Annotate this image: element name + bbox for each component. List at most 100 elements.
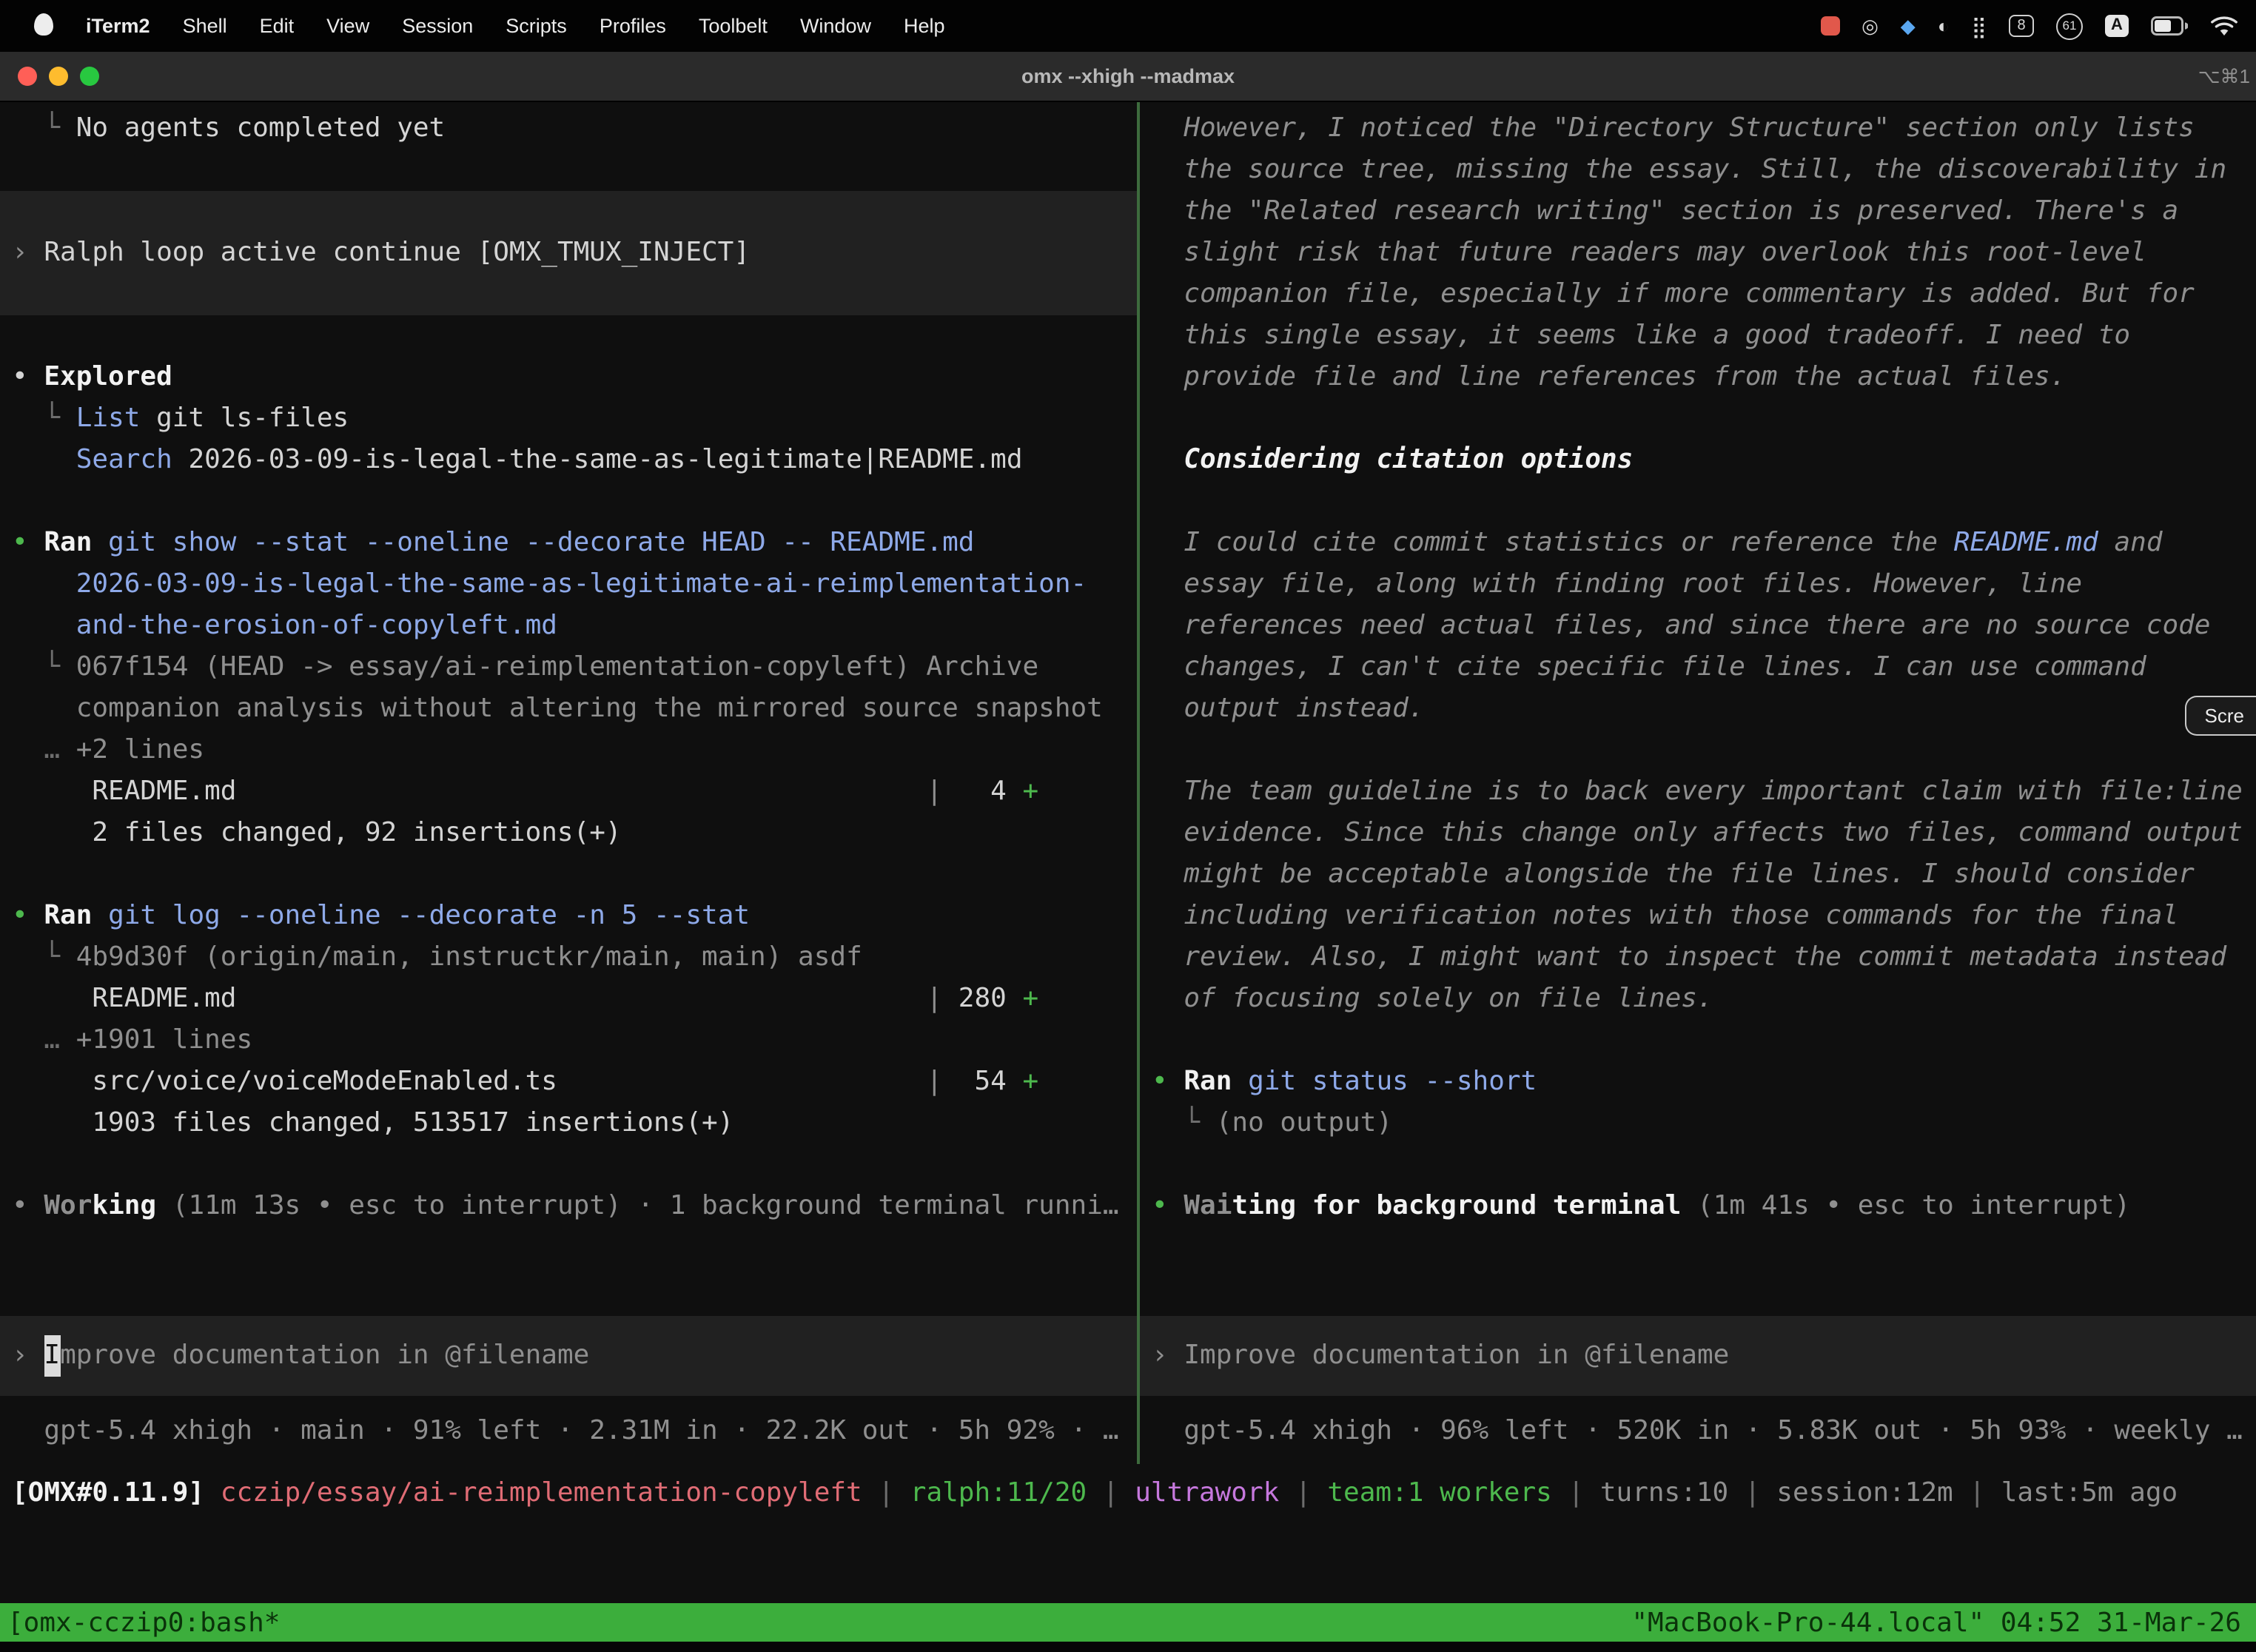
menu-item-toolbelt[interactable]: Toolbelt xyxy=(682,15,784,37)
bullet: • xyxy=(12,527,44,558)
reasoning-line: companion file, especially if more comme… xyxy=(1140,274,2256,315)
reasoning-line: review. Also, I might want to inspect th… xyxy=(1140,937,2256,978)
spray-icon[interactable]: ◆ xyxy=(1901,16,1916,36)
menu-item-session[interactable]: Session xyxy=(386,15,489,37)
text-segment: git status --short xyxy=(1248,1066,1537,1097)
key-8-icon[interactable]: 8 xyxy=(2009,15,2034,37)
menu-item-shell[interactable]: Shell xyxy=(167,15,244,37)
command-output-line: └ 067f154 (HEAD -> essay/ai-reimplementa… xyxy=(0,647,1137,688)
text-segment xyxy=(1152,444,1184,475)
terminal-pane-right[interactable]: However, I noticed the "Directory Struct… xyxy=(1140,102,2256,1464)
text-segment: └ xyxy=(12,403,76,434)
reasoning-line: references need actual files, and since … xyxy=(1140,605,2256,647)
window-controls xyxy=(0,67,99,86)
close-button[interactable] xyxy=(18,67,37,86)
text-segment: | xyxy=(1728,1477,1776,1508)
reasoning-line: The team guideline is to back every impo… xyxy=(1140,771,2256,813)
menu-item-window[interactable]: Window xyxy=(784,15,887,37)
text-segment: | xyxy=(926,1066,942,1097)
omx-status-line: [OMX#0.11.9] cczip/essay/ai-reimplementa… xyxy=(0,1464,2256,1523)
menu-item-iterm2[interactable]: iTerm2 xyxy=(70,15,167,37)
text-segment: | xyxy=(1087,1477,1135,1508)
tmux-host-clock: "MacBook-Pro-44.local" 04:52 31-Mar-26 xyxy=(1631,1607,2241,1638)
text-segment: … xyxy=(12,734,76,765)
menu-status-icons: ◎ ◆ ◐ ⣿ 8 61 A xyxy=(1820,13,2238,39)
screen-share-tooltip-text: Scre xyxy=(2205,705,2244,727)
menu-item-scripts[interactable]: Scripts xyxy=(489,15,583,37)
text-segment: provide file and line references from th… xyxy=(1152,361,2066,392)
grid-icon[interactable]: ⣿ xyxy=(1971,16,1987,36)
blank-line xyxy=(1140,481,2256,523)
command-arg-line: and-the-erosion-of-copyleft.md xyxy=(0,605,1137,647)
text-segment: + xyxy=(1023,1066,1039,1097)
menu-item-edit[interactable]: Edit xyxy=(244,15,311,37)
text-segment xyxy=(92,900,108,931)
wifi-icon[interactable] xyxy=(2210,16,2238,36)
text-segment xyxy=(557,1066,927,1097)
pane-right-content: However, I noticed the "Directory Struct… xyxy=(1140,108,2256,1227)
explored-header: • Explored xyxy=(0,357,1137,398)
omx-mode: ultrawork xyxy=(1135,1477,1279,1508)
input-source-icon[interactable]: A xyxy=(2105,15,2129,37)
text-segment: └ xyxy=(12,941,76,973)
command-output-line: └ 4b9d30f (origin/main, instructkr/main,… xyxy=(0,937,1137,978)
text-segment: slight risk that future readers may over… xyxy=(1152,237,2146,268)
prompt-chevron: › xyxy=(1152,1335,1184,1377)
reasoning-line: of focusing solely on file lines. xyxy=(1140,978,2256,1020)
text-segment: references need actual files, and since … xyxy=(1152,610,2211,641)
text-segment: 4 xyxy=(942,776,1022,807)
text-segment: and-the-erosion-of-copyleft.md xyxy=(76,610,557,641)
prompt-chevron: › xyxy=(12,1335,44,1377)
ran-command-line: • Ran git show --stat --oneline --decora… xyxy=(0,523,1137,564)
percentage-badge[interactable]: 61 xyxy=(2056,13,2083,39)
screen-share-tooltip[interactable]: Scre xyxy=(2186,696,2256,736)
reasoning-line: output instead. xyxy=(1140,688,2256,730)
text-segment: might be acceptable alongside the file l… xyxy=(1152,859,2195,890)
pane-left-bottom: › Improve documentation in @filename gpt… xyxy=(0,1316,1137,1452)
prompt-input[interactable]: › Improve documentation in @filename xyxy=(0,1316,1137,1396)
text-segment: | xyxy=(862,1477,910,1508)
diffstat-line: src/voice/voiceModeEnabled.ts | 54 + xyxy=(0,1061,1137,1103)
text-segment xyxy=(12,444,76,475)
text-segment: └ xyxy=(1152,1107,1216,1138)
contrast-icon[interactable]: ◐ xyxy=(1938,16,1950,36)
model-status-line: gpt-5.4 xhigh · main · 91% left · 2.31M … xyxy=(0,1411,1137,1452)
menu-bar: iTerm2ShellEditViewSessionScriptsProfile… xyxy=(0,0,2256,52)
window-title-bar[interactable]: omx --xhigh --madmax ⌥⌘1 xyxy=(0,52,2256,102)
text-segment: and xyxy=(2098,527,2163,558)
menu-item-apple[interactable] xyxy=(18,13,70,39)
menu-item-help[interactable]: Help xyxy=(887,15,961,37)
menu-items: iTerm2ShellEditViewSessionScriptsProfile… xyxy=(18,13,961,39)
text-segment: … xyxy=(12,1024,76,1055)
omx-turns: turns:10 xyxy=(1600,1477,1728,1508)
minimize-button[interactable] xyxy=(49,67,68,86)
globe-icon[interactable]: ◎ xyxy=(1861,16,1879,36)
reasoning-line: essay file, along with finding root file… xyxy=(1140,564,2256,605)
ran-command-line: • Ran git status --short xyxy=(1140,1061,2256,1103)
prompt-input[interactable]: › Improve documentation in @filename xyxy=(1140,1316,2256,1396)
text-segment: └ xyxy=(12,113,76,144)
command-arg-line: 2026-03-09-is-legal-the-same-as-legitima… xyxy=(0,564,1137,605)
text-segment: 1903 files changed, 513517 insertions(+) xyxy=(12,1107,733,1138)
reasoning-line: the "Related research writing" section i… xyxy=(1140,191,2256,232)
text-segment: 54 xyxy=(942,1066,1022,1097)
text-segment: 4b9d30f (origin/main, instructkr/main, m… xyxy=(76,941,862,973)
text-segment: this single essay, it seems like a good … xyxy=(1152,320,2130,351)
text-segment: src/voice/voiceModeEnabled.ts xyxy=(12,1066,557,1097)
bullet: • xyxy=(1152,1190,1184,1221)
menu-item-profiles[interactable]: Profiles xyxy=(583,15,682,37)
text-segment: Ran xyxy=(1184,1066,1232,1097)
text-segment xyxy=(12,568,76,600)
diffstat-summary-line: 1903 files changed, 513517 insertions(+) xyxy=(0,1103,1137,1144)
text-segment: the "Related research writing" section i… xyxy=(1152,195,2178,226)
menu-item-view[interactable]: View xyxy=(310,15,386,37)
text-segment: No agents completed yet xyxy=(76,113,446,144)
terminal-pane-left[interactable]: └ No agents completed yet› Ralph loop ac… xyxy=(0,102,1137,1464)
zoom-button[interactable] xyxy=(80,67,99,86)
reasoning-line: provide file and line references from th… xyxy=(1140,357,2256,398)
battery-icon[interactable] xyxy=(2151,16,2188,36)
screen-recording-indicator[interactable] xyxy=(1820,16,1839,36)
status-gap xyxy=(0,1523,2256,1603)
screen: iTerm2ShellEditViewSessionScriptsProfile… xyxy=(0,0,2256,1652)
text-segment: Wor xyxy=(44,1190,92,1221)
